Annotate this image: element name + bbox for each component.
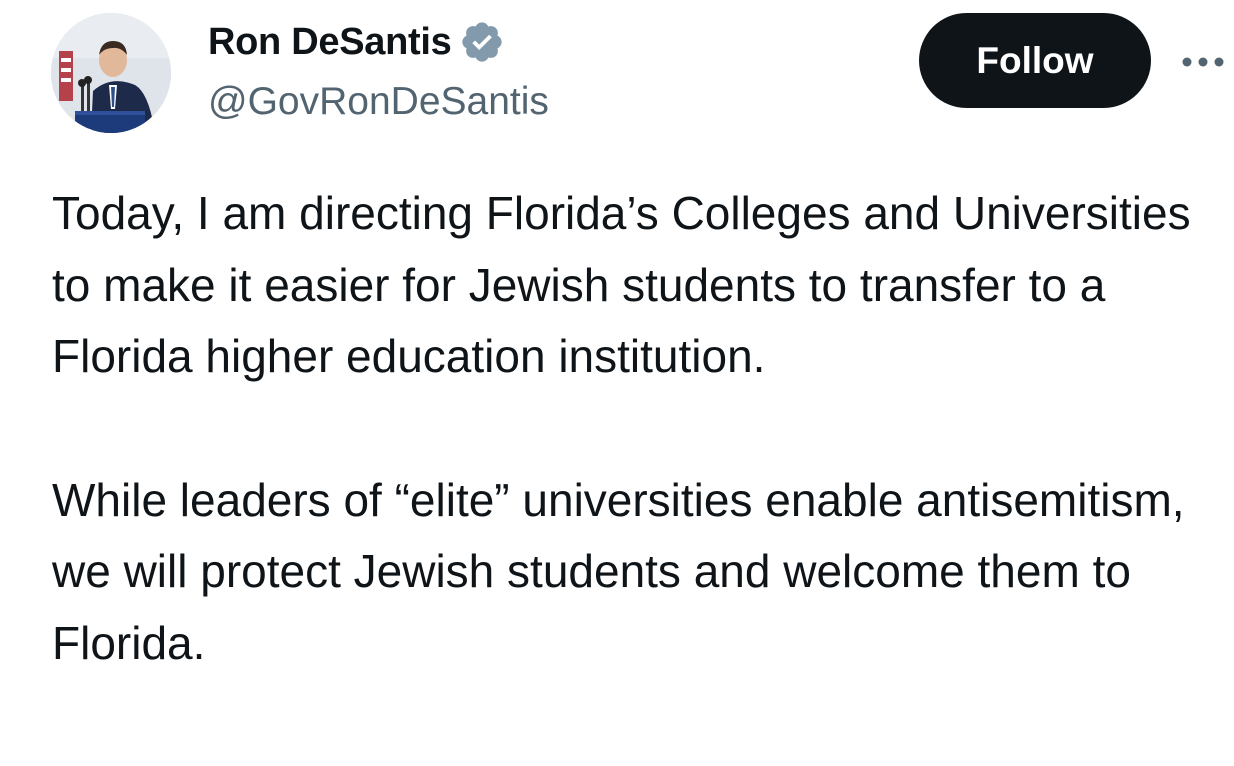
more-horizontal-icon	[1182, 57, 1224, 67]
verified-badge-icon	[462, 22, 503, 62]
author-handle[interactable]: @GovRonDeSantis	[208, 80, 549, 124]
tweet-paragraph: While leaders of “elite” universities en…	[52, 473, 1185, 669]
more-options-button[interactable]	[1178, 44, 1228, 80]
avatar-photo	[51, 13, 171, 133]
avatar[interactable]	[51, 13, 171, 133]
author-name[interactable]: Ron DeSantis	[208, 21, 452, 64]
tweet-paragraph: Today, I am directing Florida’s Colleges…	[52, 187, 1191, 382]
follow-button[interactable]: Follow	[919, 13, 1151, 108]
tweet-text: Today, I am directing Florida’s Colleges…	[52, 178, 1227, 679]
author-name-row: Ron DeSantis	[208, 18, 505, 66]
